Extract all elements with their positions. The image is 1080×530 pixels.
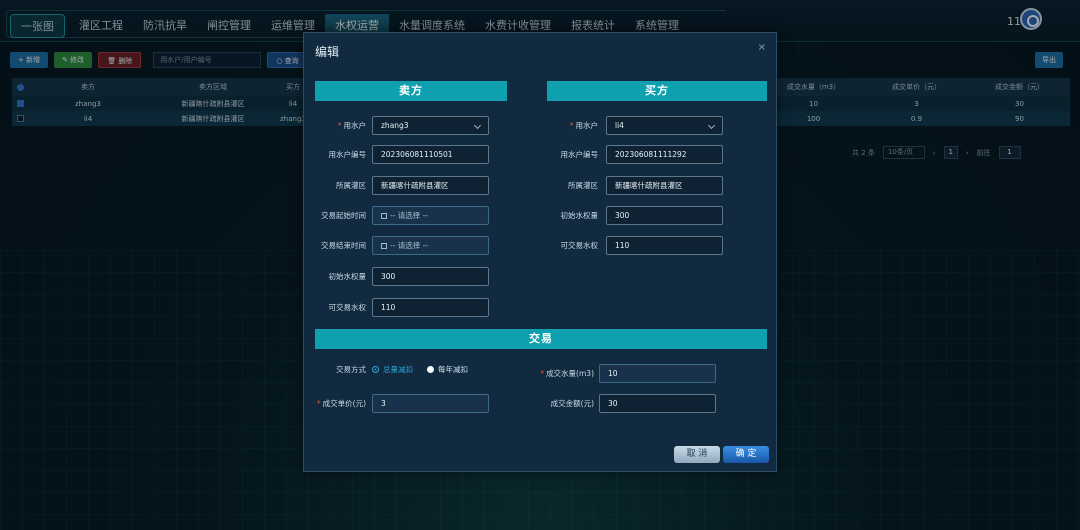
buyer-code-field[interactable]: 202306081111292 [606,145,723,164]
trade-qty-label: 成交水量(m3) [546,369,594,378]
seller-end-label: 交易结束时间 [321,241,366,250]
cancel-button[interactable]: 取 消 [674,446,720,463]
seller-code-field[interactable]: 202306081110501 [372,145,489,164]
buyer-user-row: * 用水户 li4 [534,116,723,135]
trade-qty-field[interactable]: 10 [599,364,716,383]
buyer-code-row: 用水户编号 202306081111292 [534,145,723,164]
seller-start-row: 交易起始时间 -- 请选择 -- [304,206,489,225]
trade-mode-label: 交易方式 [336,365,366,374]
close-icon[interactable]: × [758,42,766,53]
seller-end-row: 交易结束时间 -- 请选择 -- [304,236,489,255]
buyer-trade-label: 可交易水权 [560,241,599,250]
dialog-title: 编辑 [315,45,340,59]
calendar-icon [381,213,387,219]
seller-user-row: * 用水户 zhang3 [304,116,489,135]
buyer-section-title: 买方 [547,81,767,101]
trade-mode-row: 交易方式 总量减扣 每年减扣 [304,364,468,375]
radio-yearly-deduct[interactable]: 每年减扣 [427,364,468,375]
radio-yearly-deduct-label: 每年减扣 [438,365,468,374]
radio-unselected-icon [427,366,434,373]
confirm-button[interactable]: 确 定 [723,446,769,463]
radio-total-deduct-label: 总量减扣 [383,365,413,374]
start-date-picker[interactable]: -- 请选择 -- [372,206,489,225]
end-date-placeholder: -- 请选择 -- [390,241,429,250]
buyer-init-row: 初始水权量 300 [534,206,723,225]
trade-price-row: * 成交单价(元) 3 [304,394,489,413]
buyer-area-field[interactable]: 新疆喀什疏附县灌区 [606,176,723,195]
buyer-user-label: 用水户 [575,121,599,130]
buyer-init-field[interactable]: 300 [606,206,723,225]
buyer-init-label: 初始水权量 [560,211,599,220]
trade-qty-row: * 成交水量(m3) 10 [524,364,716,383]
trade-price-field[interactable]: 3 [372,394,489,413]
seller-init-label: 初始水权量 [328,272,367,281]
buyer-user-select[interactable]: li4 [606,116,723,135]
end-date-picker[interactable]: -- 请选择 -- [372,236,489,255]
radio-total-deduct[interactable]: 总量减扣 [372,364,413,375]
seller-init-field[interactable]: 300 [372,267,489,286]
buyer-area-label: 所属灌区 [568,181,598,190]
buyer-trade-field[interactable]: 110 [606,236,723,255]
seller-trade-label: 可交易水权 [328,303,367,312]
app-page: 一张图 灌区工程 防汛抗旱 闸控管理 运维管理 水权运营 水量调度系统 水费计收… [0,0,1080,530]
seller-user-select[interactable]: zhang3 [372,116,489,135]
buyer-trade-row: 可交易水权 110 [534,236,723,255]
trade-amount-field[interactable]: 30 [599,394,716,413]
seller-area-label: 所属灌区 [336,181,366,190]
trade-amount-row: 成交金额(元) 30 [524,394,716,413]
buyer-area-row: 所属灌区 新疆喀什疏附县灌区 [534,176,723,195]
start-date-placeholder: -- 请选择 -- [390,211,429,220]
seller-start-label: 交易起始时间 [321,211,366,220]
seller-code-row: 用水户编号 202306081110501 [304,145,489,164]
seller-area-field[interactable]: 新疆喀什疏附县灌区 [372,176,489,195]
buyer-code-label: 用水户编号 [560,150,599,159]
seller-section-title: 卖方 [315,81,507,101]
seller-init-row: 初始水权量 300 [304,267,489,286]
seller-area-row: 所属灌区 新疆喀什疏附县灌区 [304,176,489,195]
edit-dialog: 编辑 × 卖方 买方 * 用水户 zhang3 用水户编号 20230608111… [303,32,777,472]
seller-user-label: 用水户 [343,121,367,130]
seller-trade-row: 可交易水权 110 [304,298,489,317]
calendar-icon [381,243,387,249]
radio-selected-icon [372,366,379,373]
seller-code-label: 用水户编号 [328,150,367,159]
trade-section-title: 交易 [315,329,767,349]
trade-price-label: 成交单价(元) [322,399,366,408]
seller-trade-field[interactable]: 110 [372,298,489,317]
trade-amount-label: 成交金额(元) [550,399,594,408]
